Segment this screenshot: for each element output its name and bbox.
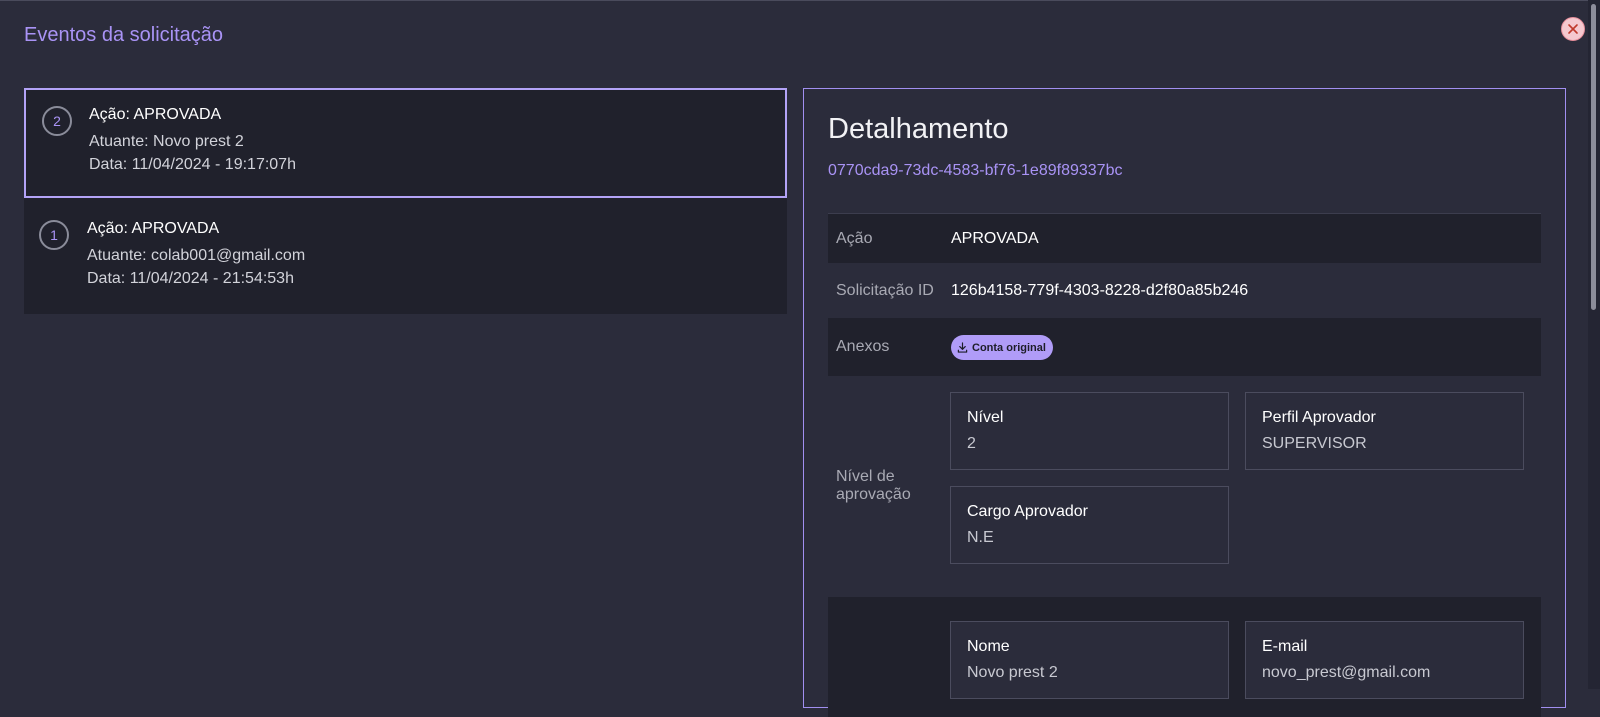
card-title: Perfil Aprovador (1262, 409, 1376, 426)
approver-card-name: Nome Novo prest 2 (950, 621, 1229, 699)
approval-card-level: Nível 2 (950, 392, 1229, 470)
attachments-label: Anexos (836, 338, 890, 355)
event-date: Data: 11/04/2024 - 21:54:53h (87, 270, 294, 287)
event-date: Data: 11/04/2024 - 19:17:07h (89, 156, 296, 173)
event-text: Ação: APROVADA Atuante: Novo prest 2 Dat… (89, 106, 296, 174)
approval-card-profile: Perfil Aprovador SUPERVISOR (1245, 392, 1524, 470)
row-action: Ação APROVADA (828, 213, 1541, 263)
event-index-badge: 1 (39, 220, 69, 250)
event-list: 2 Ação: APROVADA Atuante: Novo prest 2 D… (24, 88, 787, 314)
modal-title: Eventos da solicitação (24, 24, 224, 46)
close-button[interactable] (1561, 17, 1585, 41)
approver-card-email: E-mail novo_prest@gmail.com (1245, 621, 1524, 699)
card-value: N.E (967, 529, 994, 546)
close-icon (1568, 24, 1578, 34)
row-request-id: Solicitação ID 126b4158-779f-4303-8228-d… (828, 263, 1541, 317)
event-item[interactable]: 1 Ação: APROVADA Atuante: colab001@gmail… (24, 198, 787, 314)
approval-level-label: Nível de aprovação (836, 468, 911, 503)
top-divider (0, 0, 1600, 1)
card-title: Nome (967, 638, 1010, 655)
event-actor: Atuante: Novo prest 2 (89, 133, 244, 150)
event-action: Ação: APROVADA (89, 106, 222, 123)
card-title: Cargo Aprovador (967, 503, 1088, 520)
card-title: Nível (967, 409, 1004, 426)
row-attachments: Anexos Conta original (828, 318, 1541, 376)
request-id-label: Solicitação ID (836, 282, 934, 299)
detail-event-id: 0770cda9-73dc-4583-bf76-1e89f89337bc (828, 162, 1123, 179)
detail-panel: Detalhamento 0770cda9-73dc-4583-bf76-1e8… (803, 88, 1566, 717)
card-value: 2 (967, 435, 976, 452)
approval-card-role: Cargo Aprovador N.E (950, 486, 1229, 564)
card-value: novo_prest@gmail.com (1262, 664, 1431, 681)
event-actor: Atuante: colab001@gmail.com (87, 247, 306, 264)
card-value: Novo prest 2 (967, 664, 1058, 681)
event-text: Ação: APROVADA Atuante: colab001@gmail.c… (87, 220, 305, 288)
scrollbar-thumb[interactable] (1591, 4, 1596, 310)
action-label: Ação (836, 230, 873, 247)
attachment-label: Conta original (972, 341, 1046, 354)
action-value: APROVADA (951, 230, 1039, 247)
event-index-badge: 2 (42, 106, 72, 136)
event-item[interactable]: 2 Ação: APROVADA Atuante: Novo prest 2 D… (24, 88, 787, 198)
download-icon (957, 342, 968, 353)
card-value: SUPERVISOR (1262, 435, 1367, 452)
download-attachment-button[interactable]: Conta original (951, 335, 1053, 360)
detail-title: Detalhamento (828, 113, 1009, 145)
row-approver: Nome Novo prest 2 E-mail novo_prest@gmai… (828, 597, 1541, 717)
request-id-value: 126b4158-779f-4303-8228-d2f80a85b246 (951, 282, 1249, 299)
scrollbar[interactable] (1588, 0, 1600, 689)
row-approval-level: Nível de aprovação Nível 2 Perfil Aprova… (828, 376, 1541, 585)
card-title: E-mail (1262, 638, 1308, 655)
event-action: Ação: APROVADA (87, 220, 220, 237)
